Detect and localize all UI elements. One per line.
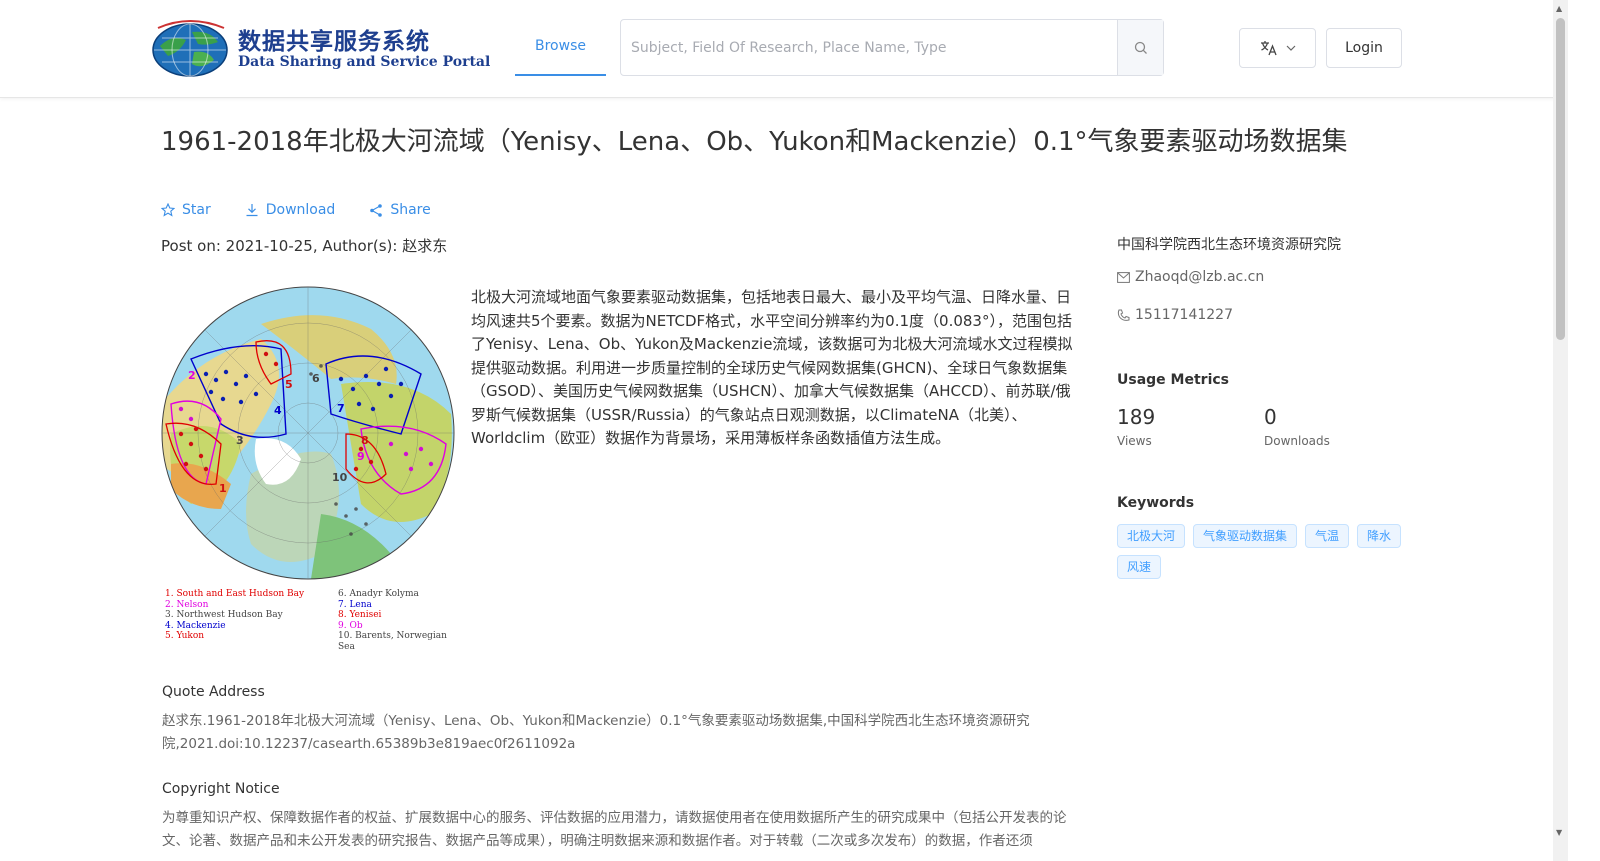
- map-legend: 1. South and East Hudson Bay 2. Nelson 3…: [165, 589, 465, 652]
- keyword-tag[interactable]: 北极大河: [1117, 524, 1186, 548]
- search-button[interactable]: [1117, 20, 1163, 75]
- legend-item: 3. Northwest Hudson Bay: [165, 610, 283, 621]
- contact-email[interactable]: Zhaoqd@lzb.ac.cn: [1117, 269, 1264, 285]
- views-label: Views: [1117, 434, 1152, 448]
- usage-metrics-heading: Usage Metrics: [1117, 372, 1229, 388]
- scroll-down-arrow-icon[interactable]: ▼: [1556, 828, 1562, 837]
- keyword-tag[interactable]: 风速: [1117, 555, 1162, 579]
- star-button[interactable]: Star: [161, 202, 211, 218]
- dataset-actions: Star Download Share: [161, 202, 431, 218]
- legend-item: 8. Yenisei: [338, 610, 382, 621]
- contact-phone: 15117141227: [1117, 307, 1233, 323]
- legend-item: 1. South and East Hudson Bay: [165, 589, 305, 599]
- login-button[interactable]: Login: [1326, 28, 1402, 68]
- keyword-tag[interactable]: 降水: [1357, 524, 1402, 548]
- download-icon: [246, 204, 258, 217]
- dataset-title: 1961-2018年北极大河流域（Yenisy、Lena、Ob、Yukon和Ma…: [161, 127, 1348, 157]
- copyright-text: 为尊重知识产权、保障数据作者的权益、扩展数据中心的服务、评估数据的应用潜力，请数…: [162, 810, 1067, 849]
- share-label: Share: [390, 202, 431, 218]
- map-label-10: 10: [332, 471, 348, 484]
- copyright-heading: Copyright Notice: [162, 781, 280, 797]
- keyword-tags: 北极大河 气象驱动数据集 气温 降水 风速: [1117, 524, 1407, 579]
- post-info: Post on: 2021-10-25, Author(s): 赵求东: [161, 237, 448, 255]
- search-bar: [620, 19, 1164, 76]
- legend-item: 2. Nelson: [165, 599, 209, 610]
- download-label: Download: [265, 202, 336, 218]
- arctic-basins-map-image: 1 2 3 4 5 6 7 8 9 10: [161, 286, 455, 580]
- language-switcher[interactable]: [1239, 28, 1316, 68]
- legend-item: 5. Yukon: [165, 631, 205, 642]
- map-label-6: 6: [312, 372, 320, 385]
- share-icon: [370, 204, 383, 217]
- scroll-up-arrow-icon[interactable]: ▲: [1556, 4, 1562, 13]
- legend-item: 9. Ob: [338, 620, 363, 631]
- scroll-thumb[interactable]: [1556, 18, 1565, 340]
- quote-address-text: 赵求东.1961-2018年北极大河流域（Yenisy、Lena、Ob、Yuko…: [162, 713, 1030, 752]
- top-header: 数据共享服务系统 Data Sharing and Service Portal…: [0, 0, 1585, 98]
- share-button[interactable]: Share: [369, 202, 431, 218]
- keyword-tag[interactable]: 气温: [1305, 524, 1350, 548]
- map-label-1: 1: [219, 482, 227, 495]
- email-text: Zhaoqd@lzb.ac.cn: [1135, 269, 1265, 285]
- map-label-4: 4: [274, 404, 282, 417]
- legend-item: 6. Anadyr Kolyma: [338, 589, 419, 599]
- downloads-label: Downloads: [1264, 434, 1330, 448]
- keyword-tag[interactable]: 气象驱动数据集: [1193, 524, 1298, 548]
- search-icon: [1134, 41, 1147, 54]
- page-margin: [1568, 0, 1600, 861]
- keywords-heading: Keywords: [1117, 495, 1195, 511]
- star-icon: [161, 203, 175, 217]
- portal-logo[interactable]: 数据共享服务系统 Data Sharing and Service Portal: [152, 16, 490, 80]
- dataset-description: 北极大河流域地面气象要素驱动数据集，包括地表日最大、最小及平均气温、日降水量、日…: [471, 288, 1073, 447]
- map-label-7: 7: [337, 402, 345, 415]
- star-label: Star: [182, 202, 211, 218]
- phone-text: 15117141227: [1135, 307, 1233, 323]
- phone-icon: [1117, 309, 1130, 321]
- quote-address-heading: Quote Address: [162, 684, 265, 700]
- page-scrollbar[interactable]: ▲ ▼: [1553, 0, 1568, 861]
- search-input[interactable]: [621, 20, 1118, 75]
- mail-icon: [1117, 271, 1130, 283]
- map-label-3: 3: [236, 434, 244, 447]
- map-label-2: 2: [188, 369, 196, 382]
- nav-browse-tab[interactable]: Browse: [515, 26, 606, 76]
- legend-item: 7. Lena: [338, 599, 372, 610]
- institution-name: 中国科学院西北生态环境资源研究院: [1117, 237, 1341, 253]
- downloads-count: 0: [1264, 405, 1277, 429]
- views-count: 189: [1117, 405, 1156, 429]
- download-button[interactable]: Download: [245, 202, 336, 218]
- legend-item: 4. Mackenzie: [165, 620, 226, 631]
- translate-icon: [1260, 41, 1277, 56]
- map-label-9: 9: [357, 450, 365, 463]
- globe-logo-icon: [152, 20, 228, 77]
- logo-english-text: Data Sharing and Service Portal: [238, 54, 491, 70]
- map-label-5: 5: [285, 378, 293, 391]
- chevron-down-icon: [1286, 45, 1295, 51]
- map-label-8: 8: [361, 434, 369, 447]
- logo-chinese-text: 数据共享服务系统: [238, 28, 430, 55]
- legend-item: 10. Barents, Norwegian Sea: [338, 631, 447, 652]
